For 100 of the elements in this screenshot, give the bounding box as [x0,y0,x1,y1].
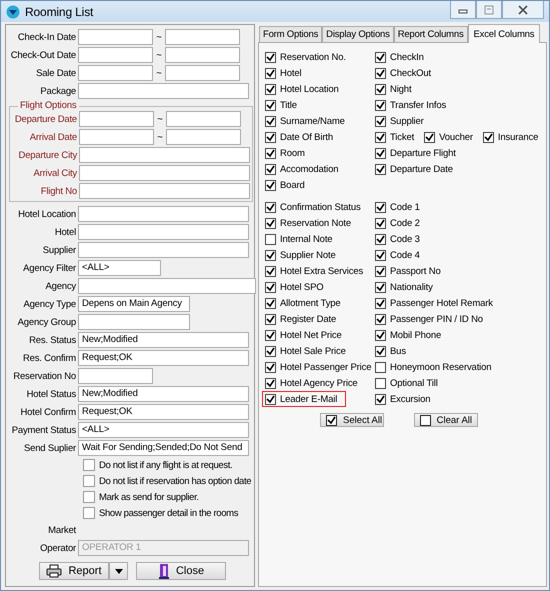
checkbox[interactable] [265,180,276,190]
checkbox[interactable] [424,132,436,142]
checkbox[interactable] [375,218,386,228]
input-field[interactable] [79,165,250,181]
checkbox[interactable] [265,362,276,372]
input-field[interactable] [78,224,249,240]
checkbox[interactable] [375,282,386,292]
checkbox[interactable] [375,164,386,174]
checkbox[interactable] [375,148,386,158]
input-field[interactable]: Request;OK [78,404,249,420]
checkbox[interactable] [265,68,276,78]
checkbox-label: Date Of Birth [280,132,333,142]
checkbox[interactable] [375,52,386,62]
input-field[interactable] [78,242,249,258]
checkbox[interactable] [375,266,386,276]
checkbox[interactable] [265,346,276,356]
window-title: Rooming List [25,4,94,18]
checkbox[interactable] [83,459,95,471]
input-field[interactable] [79,129,154,145]
tab[interactable]: Display Options [322,26,394,42]
checkbox-label: Transfer Infos [390,100,446,110]
checkbox[interactable] [265,132,276,142]
dropdown-button[interactable] [109,562,128,580]
checkbox[interactable] [265,100,276,110]
input-field[interactable] [166,111,241,127]
checkbox[interactable] [375,202,386,212]
input-field[interactable]: New;Modified [78,386,249,402]
input-field[interactable] [78,83,249,99]
checkbox[interactable] [265,52,276,62]
checkbox[interactable] [375,116,386,126]
input-field[interactable]: <ALL> [78,422,249,438]
checkbox[interactable] [265,378,276,388]
field-label: Send Suplier [23,442,77,454]
checkbox[interactable] [482,132,494,142]
checkbox-label: Code 3 [390,234,420,244]
checkbox[interactable] [83,475,95,487]
checkbox[interactable] [375,84,386,94]
checkbox[interactable] [265,266,276,276]
checkbox[interactable] [83,491,95,503]
input-field[interactable] [78,29,153,45]
checkbox[interactable] [375,330,386,340]
input-field[interactable] [79,147,250,163]
checkbox[interactable] [375,298,386,308]
checkbox[interactable] [265,394,276,404]
input-field[interactable]: Depens on Main Agency [78,296,190,312]
checkbox-label: Register Date [280,314,336,324]
close-form-button[interactable]: Close [136,562,226,580]
report-button[interactable]: Report [39,562,109,580]
checkbox[interactable] [265,164,276,174]
checkbox[interactable] [375,346,386,356]
toggle-button[interactable]: Clear All [414,413,478,427]
input-field[interactable]: <ALL> [78,260,161,276]
close-button[interactable] [502,1,544,19]
checkbox[interactable] [265,218,276,228]
input-field[interactable] [165,29,240,45]
input-field[interactable] [79,183,250,199]
input-field[interactable] [165,65,240,81]
input-field[interactable]: Request;OK [78,350,249,366]
checkbox[interactable] [375,250,386,260]
input-field[interactable] [78,314,190,330]
checkbox[interactable] [375,394,386,404]
checkbox[interactable] [265,234,276,244]
checkbox[interactable] [265,250,276,260]
checkbox[interactable] [265,84,276,94]
checkbox[interactable] [375,132,386,142]
input-field[interactable] [78,206,249,222]
checkbox[interactable] [375,378,386,388]
checkbox[interactable] [265,298,276,308]
checkbox[interactable] [83,507,95,519]
input-field[interactable] [78,47,153,63]
input-field[interactable]: New;Modified [78,332,249,348]
minimize-button[interactable] [450,1,476,19]
input-field[interactable]: Wait For Sending;Sended;Do Not Send [78,440,249,456]
tab[interactable]: Excel Columns [468,24,540,43]
checkbox-label: Hotel Passenger Price [280,362,372,372]
checkbox[interactable] [265,148,276,158]
checkbox[interactable] [265,116,276,126]
checkbox[interactable] [375,100,386,110]
checkbox[interactable] [265,202,276,212]
tab[interactable]: Report Columns [394,26,468,42]
input-field[interactable] [79,111,154,127]
checkbox[interactable] [265,314,276,324]
input-field[interactable] [78,65,153,81]
field-label: Check-In Date [16,32,77,42]
checkbox[interactable] [265,282,276,292]
field-label: Sale Date [35,68,77,78]
input-field[interactable] [166,129,241,145]
checkbox[interactable] [375,314,386,324]
input-field[interactable] [78,278,256,294]
input-field[interactable] [165,47,240,63]
input-field[interactable] [78,368,153,384]
checkbox[interactable] [375,68,386,78]
field-label: Check-Out Date [10,50,77,60]
checkbox[interactable] [265,330,276,340]
checkbox[interactable] [375,234,386,244]
door-icon [158,563,170,579]
tab[interactable]: Form Options [259,26,322,42]
checkbox[interactable] [375,362,386,372]
toggle-button[interactable]: Select All [320,413,384,427]
checkbox-label: Mark as send for supplier. [99,492,199,502]
